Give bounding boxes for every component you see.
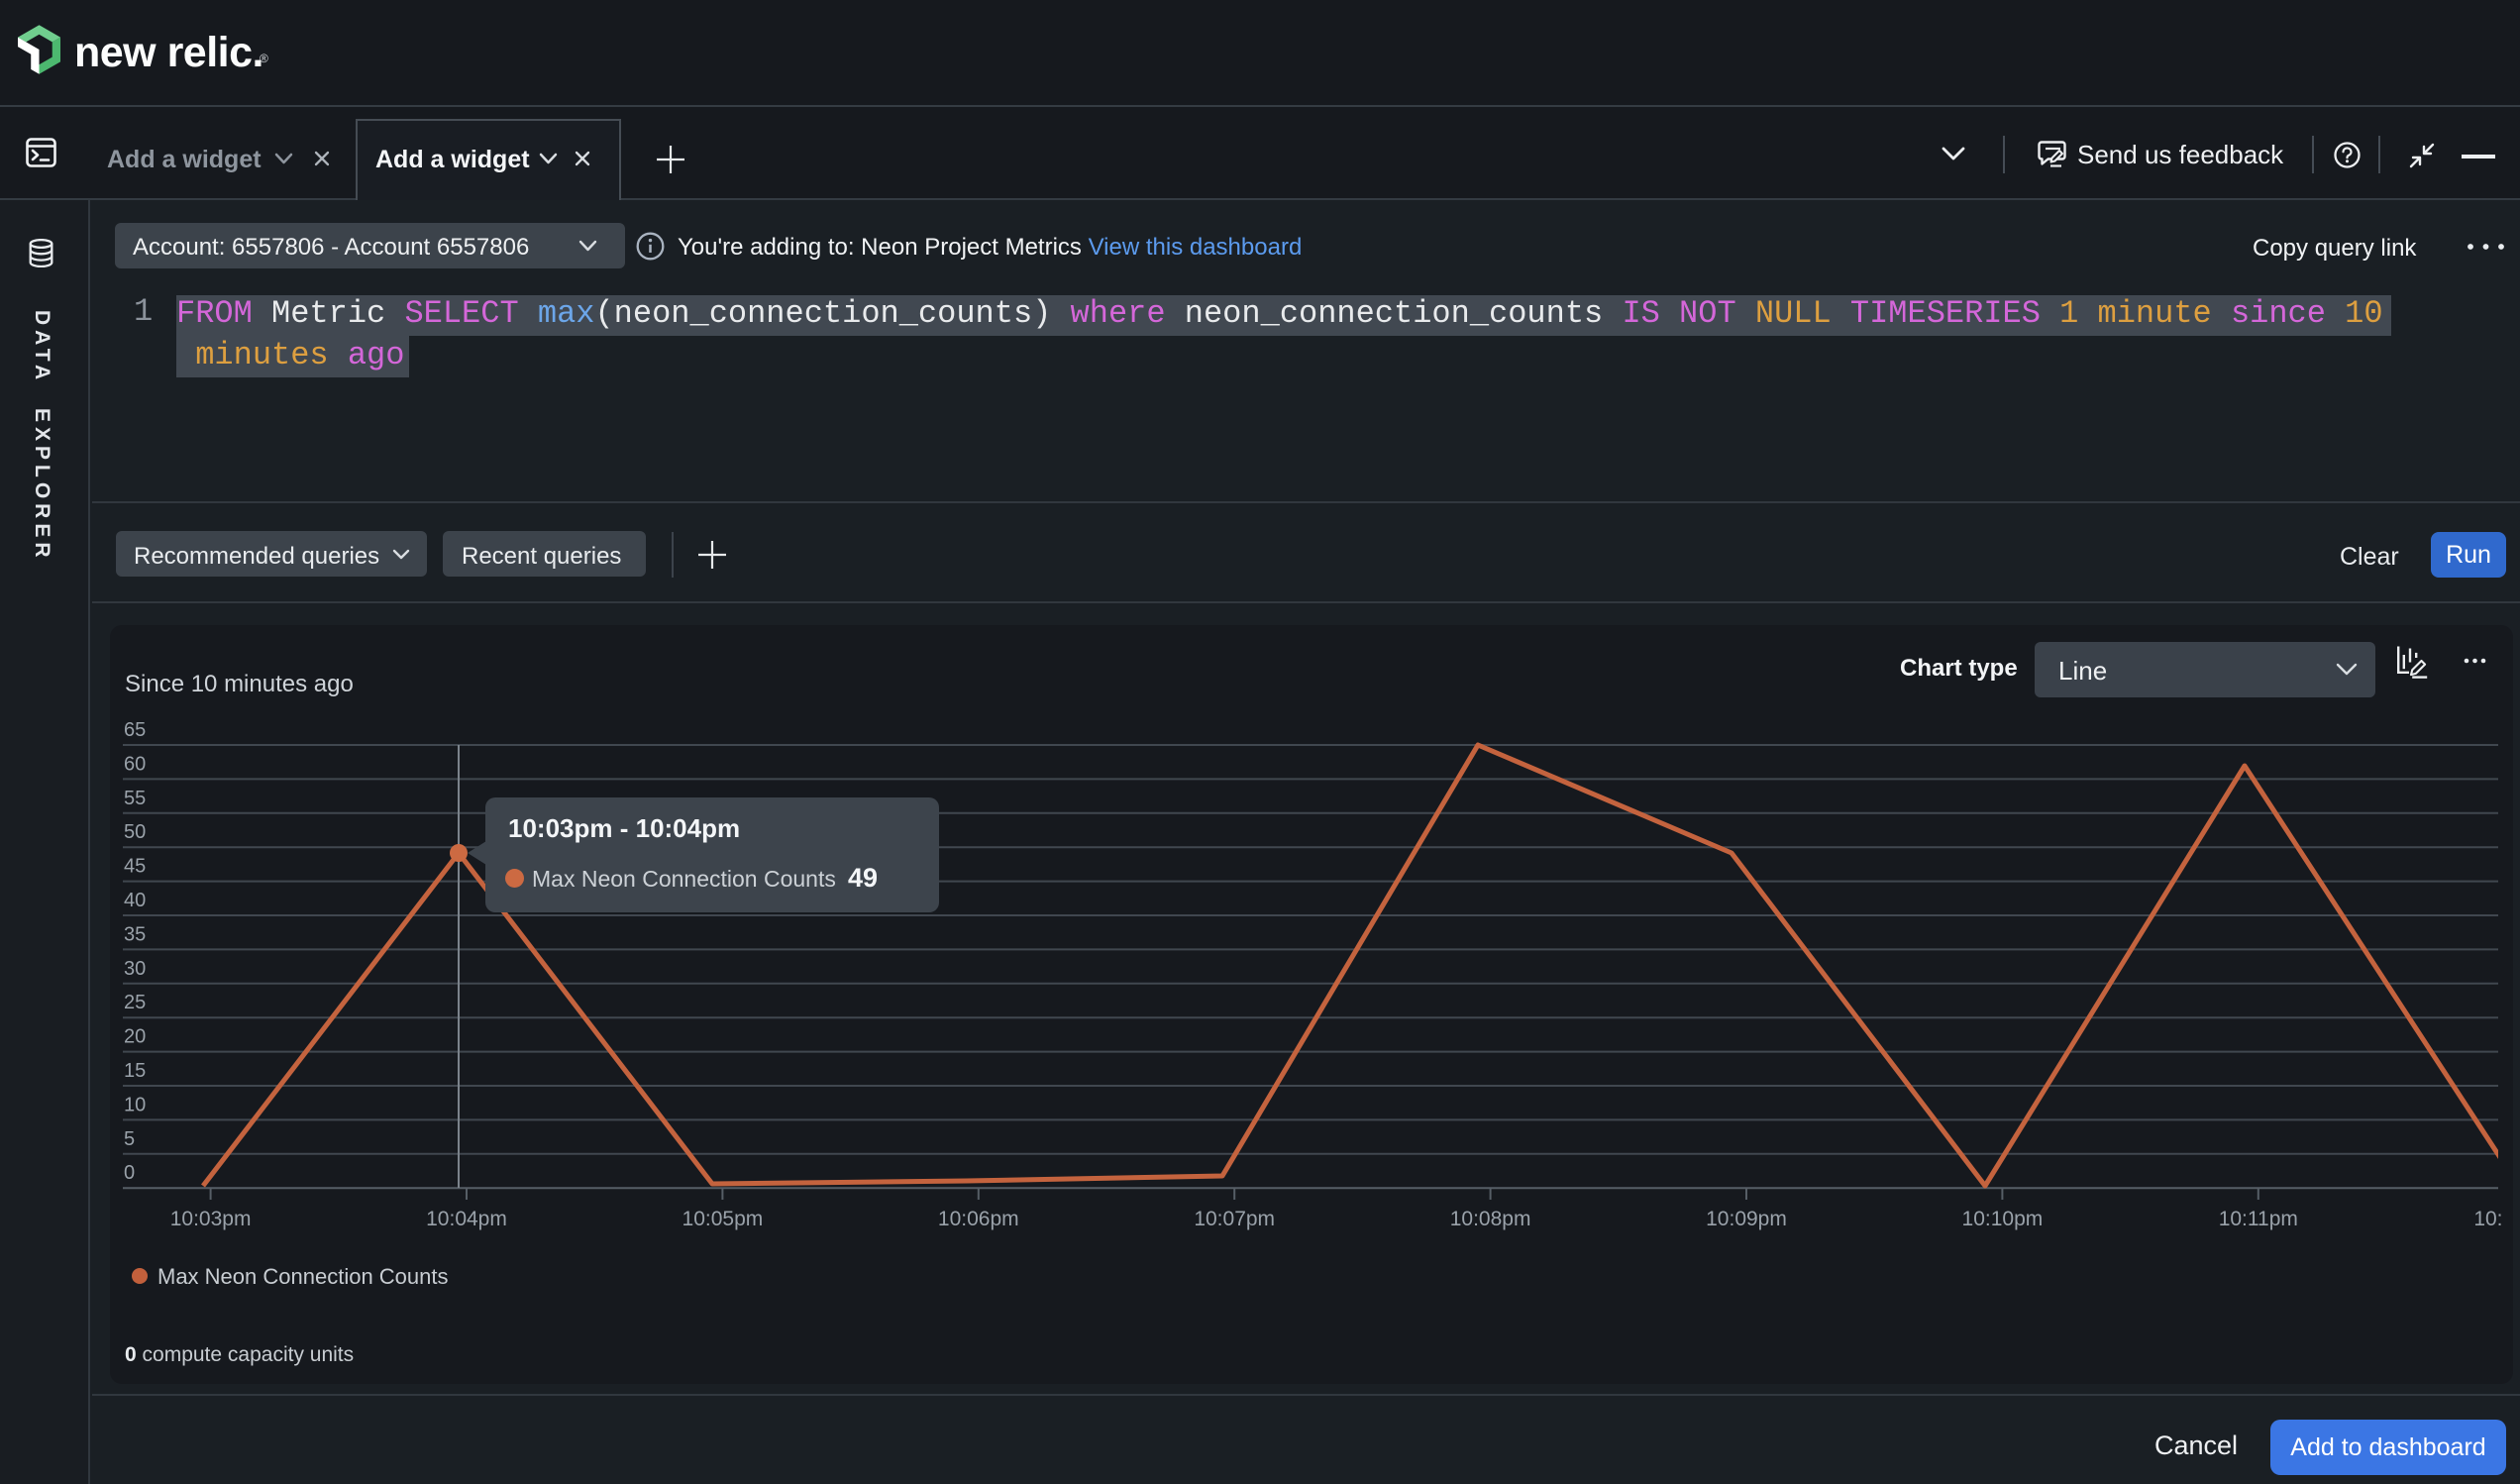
svg-text:10:08pm: 10:08pm (1450, 1208, 1531, 1230)
svg-text:10:12pm: 10:12pm (2473, 1208, 2513, 1230)
svg-text:10:06pm: 10:06pm (938, 1208, 1019, 1230)
svg-text:30: 30 (124, 958, 146, 980)
svg-text:60: 60 (124, 753, 146, 775)
svg-text:10:09pm: 10:09pm (1706, 1208, 1787, 1230)
svg-text:45: 45 (124, 856, 146, 878)
svg-text:35: 35 (124, 923, 146, 945)
svg-text:10:07pm: 10:07pm (1194, 1208, 1275, 1230)
svg-text:50: 50 (124, 821, 146, 843)
svg-text:0: 0 (124, 1162, 135, 1184)
svg-text:10:05pm: 10:05pm (682, 1208, 764, 1230)
svg-text:5: 5 (124, 1128, 135, 1150)
svg-text:10: 10 (124, 1094, 146, 1115)
svg-text:10:11pm: 10:11pm (2219, 1208, 2298, 1230)
svg-text:10:10pm: 10:10pm (1962, 1208, 2044, 1230)
svg-text:65: 65 (124, 719, 146, 741)
svg-text:15: 15 (124, 1060, 146, 1082)
svg-text:20: 20 (124, 1026, 146, 1048)
svg-text:55: 55 (124, 788, 146, 809)
svg-text:40: 40 (124, 890, 146, 911)
svg-text:10:03pm: 10:03pm (170, 1208, 252, 1230)
svg-text:10:04pm: 10:04pm (426, 1208, 507, 1230)
svg-text:25: 25 (124, 992, 146, 1013)
